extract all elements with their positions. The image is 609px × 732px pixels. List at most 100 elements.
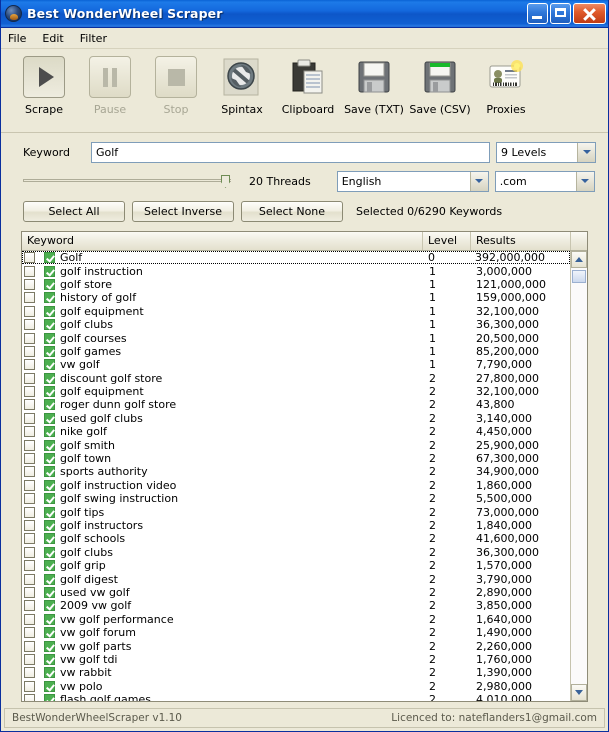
row-checkbox[interactable] — [24, 479, 35, 491]
row-checkbox[interactable] — [24, 506, 35, 518]
close-button[interactable] — [573, 3, 606, 24]
row-checkbox[interactable] — [24, 600, 35, 612]
column-header-level[interactable]: Level — [423, 232, 471, 250]
scrollbar-thumb[interactable] — [572, 270, 586, 283]
row-checkbox[interactable] — [24, 386, 35, 398]
row-checkbox[interactable] — [24, 359, 35, 371]
row-checkbox[interactable] — [24, 399, 35, 411]
menu-item-edit[interactable]: Edit — [42, 30, 71, 47]
row-checkbox[interactable] — [24, 466, 35, 478]
keyword-input[interactable] — [91, 141, 490, 163]
menu-item-file[interactable]: File — [8, 30, 34, 47]
row-checkbox[interactable] — [24, 278, 35, 290]
row-checkbox[interactable] — [24, 332, 35, 344]
row-checkbox[interactable] — [24, 653, 35, 665]
table-row[interactable]: golf swing instruction 2 5,500,000 — [22, 492, 570, 505]
select-all-button[interactable]: Select All — [23, 201, 125, 222]
toolbar-button-save-csv[interactable]: Save (CSV) — [407, 55, 473, 116]
table-row[interactable]: golf town 2 67,300,000 — [22, 452, 570, 465]
table-row[interactable]: vw golf parts 2 2,260,000 — [22, 639, 570, 653]
table-row[interactable]: golf games 1 85,200,000 — [22, 345, 570, 358]
row-checkbox[interactable] — [24, 640, 35, 652]
table-row[interactable]: used vw golf 2 2,890,000 — [22, 586, 570, 599]
slider-thumb[interactable] — [221, 175, 230, 188]
table-row[interactable]: vw golf 1 7,790,000 — [22, 358, 570, 371]
table-row[interactable]: golf instruction video 2 1,860,000 — [22, 479, 570, 492]
table-row[interactable]: roger dunn golf store 2 43,800 — [22, 398, 570, 411]
toolbar-button-proxies[interactable]: Proxies — [473, 55, 539, 116]
table-row[interactable]: golf instruction 1 3,000,000 — [22, 264, 570, 278]
table-row[interactable]: golf clubs 2 36,300,000 — [22, 546, 570, 559]
row-checkbox[interactable] — [24, 667, 35, 679]
row-checkbox[interactable] — [24, 680, 35, 692]
table-row[interactable]: sports authority 2 34,900,000 — [22, 465, 570, 478]
row-checkbox[interactable] — [24, 305, 35, 317]
table-row[interactable]: golf courses 1 20,500,000 — [22, 331, 570, 345]
row-checkbox[interactable] — [24, 586, 35, 598]
table-row[interactable]: golf equipment 2 32,100,000 — [22, 385, 570, 398]
minimize-button[interactable] — [527, 3, 548, 24]
table-row[interactable]: discount golf store 2 27,800,000 — [22, 372, 570, 385]
row-checkbox[interactable] — [24, 453, 35, 465]
row-checkbox[interactable] — [24, 265, 35, 277]
row-checkbox[interactable] — [24, 345, 35, 357]
cell-results: 32,100,000 — [476, 304, 539, 318]
table-row[interactable]: golf instructors 2 1,840,000 — [22, 519, 570, 532]
table-row[interactable]: golf smith 2 25,900,000 — [22, 438, 570, 452]
table-row[interactable]: vw golf performance 2 1,640,000 — [22, 613, 570, 626]
table-row[interactable]: Golf 0 392,000,000 — [22, 251, 570, 265]
scroll-down-button[interactable] — [571, 684, 587, 701]
row-checkbox[interactable] — [24, 546, 35, 558]
toolbar-button-pause[interactable]: Pause — [77, 55, 143, 116]
row-checkbox[interactable] — [24, 520, 35, 531]
table-row[interactable]: golf grip 2 1,570,000 — [22, 559, 570, 572]
table-row[interactable]: vw polo 2 2,980,000 — [22, 680, 570, 693]
select-inverse-button[interactable]: Select Inverse — [132, 201, 234, 222]
toolbar-button-scrape[interactable]: Scrape — [11, 55, 77, 116]
row-checkbox[interactable] — [24, 533, 35, 545]
row-checkbox[interactable] — [24, 292, 35, 304]
toolbar-button-stop[interactable]: Stop — [143, 55, 209, 116]
row-checkbox[interactable] — [24, 627, 35, 639]
table-row[interactable]: golf tips 2 73,000,000 — [22, 505, 570, 519]
maximize-button[interactable] — [550, 3, 571, 24]
table-row[interactable]: used golf clubs 2 3,140,000 — [22, 412, 570, 425]
row-checkbox[interactable] — [24, 319, 35, 331]
row-checkbox[interactable] — [24, 573, 35, 585]
row-checkbox[interactable] — [24, 252, 35, 264]
table-row[interactable]: golf digest 2 3,790,000 — [22, 572, 570, 586]
scroll-up-button[interactable] — [571, 251, 587, 268]
table-row[interactable]: golf schools 2 41,600,000 — [22, 532, 570, 545]
domain-dropdown[interactable]: .com — [494, 170, 595, 192]
vertical-scrollbar[interactable] — [570, 251, 587, 701]
table-row[interactable]: nike golf 2 4,450,000 — [22, 425, 570, 438]
row-checkbox[interactable] — [24, 412, 35, 424]
table-row[interactable]: 2009 vw golf 2 3,850,000 — [22, 599, 570, 612]
row-checkbox[interactable] — [24, 560, 35, 572]
table-row[interactable]: vw golf forum 2 1,490,000 — [22, 626, 570, 639]
row-checkbox[interactable] — [24, 694, 35, 701]
table-row[interactable]: golf store 1 121,000,000 — [22, 278, 570, 291]
table-row[interactable]: golf equipment 1 32,100,000 — [22, 305, 570, 318]
table-row[interactable]: golf clubs 1 36,300,000 — [22, 318, 570, 331]
table-row[interactable]: vw golf tdi 2 1,760,000 — [22, 653, 570, 666]
table-row[interactable]: flash golf games 2 4,010,000 — [22, 693, 570, 701]
menu-item-filter[interactable]: Filter — [80, 30, 115, 47]
toolbar-button-spintax[interactable]: Spintax — [209, 55, 275, 116]
toolbar-button-save-txt[interactable]: Save (TXT) — [341, 55, 407, 116]
language-dropdown[interactable]: English — [336, 170, 489, 192]
scrollbar-track[interactable] — [571, 268, 587, 684]
threads-slider[interactable] — [23, 174, 231, 188]
levels-dropdown[interactable]: 9 Levels — [496, 141, 596, 163]
column-header-keyword[interactable]: Keyword — [22, 232, 423, 250]
row-checkbox[interactable] — [24, 493, 35, 505]
table-row[interactable]: vw rabbit 2 1,390,000 — [22, 666, 570, 679]
toolbar-button-clipboard[interactable]: Clipboard — [275, 55, 341, 116]
row-checkbox[interactable] — [24, 439, 35, 451]
table-row[interactable]: history of golf 1 159,000,000 — [22, 291, 570, 304]
column-header-results[interactable]: Results — [471, 232, 571, 250]
row-checkbox[interactable] — [24, 372, 35, 384]
row-checkbox[interactable] — [24, 613, 35, 625]
select-none-button[interactable]: Select None — [241, 201, 343, 222]
row-checkbox[interactable] — [24, 426, 35, 438]
